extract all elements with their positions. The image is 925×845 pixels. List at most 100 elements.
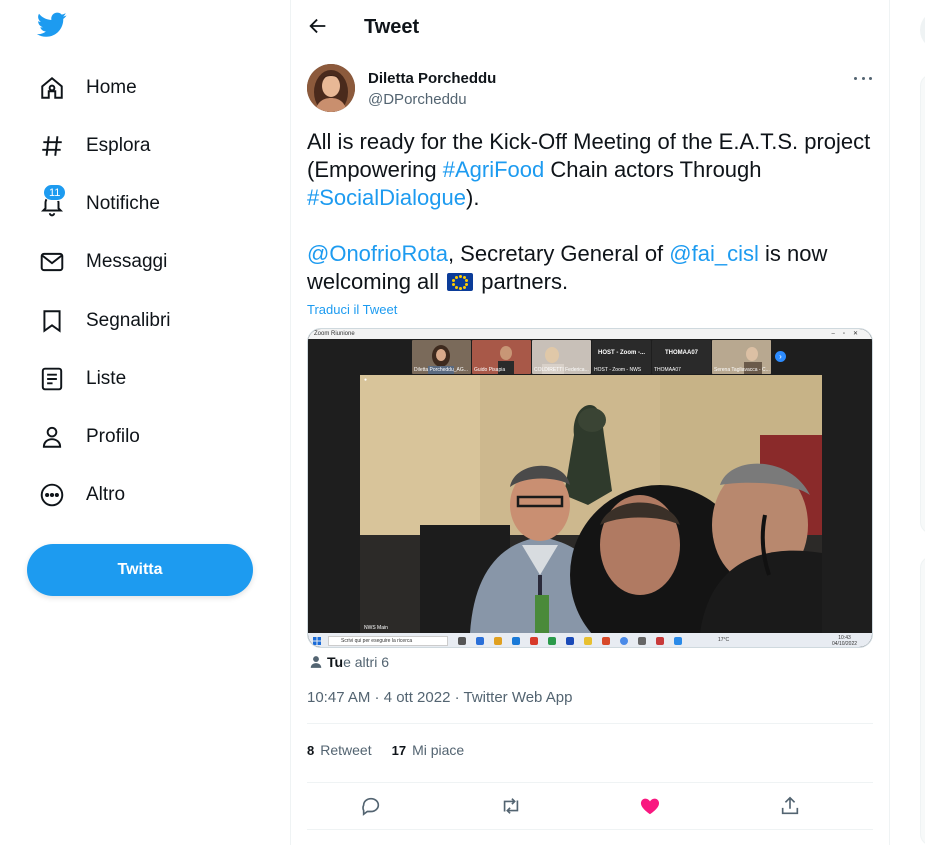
sidebar-item-home[interactable]: Home: [38, 68, 137, 108]
participant-name: Guido Pisapia: [474, 367, 506, 373]
taskbar-app-icon: [530, 637, 538, 645]
like-count: 17: [391, 743, 407, 758]
tweet-stats: 8 Retweet 17 Mi piace: [307, 742, 484, 758]
sidebar-item-bookmarks[interactable]: Segnalibri: [38, 301, 171, 341]
participant-tile: Diletta Porcheddu_AG...: [412, 340, 471, 374]
participant-name: Serena Tagliavacca - C...: [714, 367, 770, 373]
tweet-text: All is ready for the Kick-Off Meeting of…: [307, 128, 877, 296]
sidebar-item-label: Segnalibri: [86, 310, 171, 331]
like-label: Mi piace: [412, 742, 465, 758]
main-column: Tweet Diletta Porcheddu @DPorcheddu All …: [290, 0, 890, 845]
back-arrow-icon[interactable]: [307, 15, 331, 39]
retweets-stat[interactable]: 8 Retweet: [307, 742, 372, 758]
hashtag-link[interactable]: #AgriFood: [443, 157, 545, 182]
liked-by-summary[interactable]: Tu e altri 6: [309, 654, 389, 670]
tweet-text-segment: ).: [466, 185, 480, 210]
retweet-icon: [503, 798, 519, 814]
taskbar-app-icon: [638, 637, 646, 645]
participant-label: HOST - Zoom -...: [598, 350, 645, 356]
tweet-text-segment: partners.: [475, 269, 569, 294]
zoom-window-title: Zoom Riunione: [314, 331, 355, 337]
sidebar-card: [920, 556, 925, 845]
sidebar-card: [920, 74, 925, 534]
hashtag-link[interactable]: #SocialDialogue: [307, 185, 466, 210]
participant-tile: HOST - Zoom -... HOST - Zoom - NWS: [592, 340, 651, 374]
participant-tile: Guido Pisapia: [472, 340, 531, 374]
more-options-button[interactable]: [851, 70, 875, 86]
author-name[interactable]: Diletta Porcheddu: [368, 70, 496, 87]
window-controls-icon: –▫✕: [831, 331, 866, 337]
zoom-window-titlebar: Zoom Riunione –▫✕: [308, 329, 872, 339]
taskbar-app-icon: [584, 637, 592, 645]
home-icon: [38, 74, 66, 102]
retweet-count: 8: [307, 743, 315, 758]
eu-flag-emoji-icon: [447, 273, 474, 291]
sidebar-item-profile[interactable]: Profilo: [38, 417, 140, 457]
author-handle[interactable]: @DPorcheddu: [368, 91, 467, 108]
compose-tweet-button[interactable]: Twitta: [27, 544, 253, 596]
liked-by-you: Tu: [327, 654, 344, 670]
dot-icon: [869, 76, 872, 80]
windows-start-icon: [313, 637, 321, 645]
sidebar-item-messages[interactable]: Messaggi: [38, 242, 167, 282]
taskbar-weather: 17°C: [718, 637, 730, 643]
likes-stat[interactable]: 17 Mi piace: [392, 742, 465, 758]
like-button[interactable]: [638, 794, 662, 818]
search-bar[interactable]: [920, 10, 925, 50]
participant-label: THOMAA07: [664, 350, 698, 356]
page-header: Tweet: [291, 0, 891, 54]
translate-tweet-link[interactable]: Traduci il Tweet: [307, 302, 397, 317]
reply-icon: [362, 797, 380, 816]
sidebar-item-label: Messaggi: [86, 251, 168, 272]
participant-name: Diletta Porcheddu_AG...: [414, 367, 468, 373]
main-video-feed: ● NWS Main: [360, 375, 822, 633]
person-icon: [310, 656, 322, 668]
tweet-text-segment: Chain actors Through: [544, 157, 762, 182]
right-column: [890, 0, 925, 845]
share-button[interactable]: [778, 794, 802, 818]
taskbar-app-icon: [566, 637, 574, 645]
participant-tile: Serena Tagliavacca - C...: [712, 340, 771, 374]
sidebar-item-lists[interactable]: Liste: [38, 359, 126, 399]
participant-name: THOMAA07: [654, 367, 681, 373]
page-title: Tweet: [364, 16, 420, 38]
next-participants-icon[interactable]: ›: [775, 351, 786, 362]
zoom-participant-strip: Diletta Porcheddu_AG... Guido Pisapia CO…: [308, 339, 872, 375]
tweet-media-image[interactable]: Zoom Riunione –▫✕ Diletta Porcheddu_AG..…: [307, 328, 873, 648]
taskbar-app-icon: [674, 637, 682, 645]
tweet-timestamp[interactable]: 10:47 AM · 4 ott 2022 · Twitter Web App: [307, 689, 572, 706]
tweet-text-segment: , Secretary General of: [447, 241, 670, 266]
video-tag-icon: ●: [364, 377, 368, 383]
divider: [307, 723, 873, 724]
participant-tile: COLDIRETTI Federica...: [532, 340, 591, 374]
taskbar-app-icon: [548, 637, 556, 645]
reply-button[interactable]: [359, 794, 383, 818]
notification-badge: 11: [43, 184, 67, 201]
taskbar-app-icon: [476, 637, 484, 645]
mention-link[interactable]: @fai_cisl: [669, 241, 759, 266]
taskbar-date: 04/10/2022: [832, 641, 858, 647]
person-icon: [38, 423, 66, 451]
heart-filled-icon: [640, 798, 660, 815]
sidebar-item-more[interactable]: Altro: [38, 475, 125, 515]
taskbar-app-icon: [512, 637, 520, 645]
sidebar-item-label: Esplora: [86, 135, 151, 156]
sidebar: Home Esplora 11 Notifiche Messaggi Segna…: [0, 0, 290, 845]
windows-taskbar: Scrivi qui per eseguire la ricerca 17°C …: [308, 633, 872, 647]
dot-icon: [854, 76, 857, 80]
avatar[interactable]: [307, 64, 355, 112]
sidebar-item-label: Altro: [86, 484, 126, 505]
sidebar-item-notifications[interactable]: 11 Notifiche: [38, 184, 160, 224]
bookmark-icon: [38, 307, 66, 335]
sidebar-item-label: Profilo: [86, 426, 140, 447]
tweet-actions: [307, 792, 873, 820]
share-icon: [781, 796, 799, 815]
list-icon: [38, 365, 66, 393]
mention-link[interactable]: @OnofrioRota: [307, 241, 448, 266]
taskbar-search: Scrivi qui per eseguire la ricerca: [328, 636, 448, 646]
sidebar-item-label: Home: [86, 77, 137, 98]
retweet-button[interactable]: [499, 794, 523, 818]
twitter-logo-icon[interactable]: [36, 12, 71, 42]
taskbar-app-icon: [458, 637, 466, 645]
sidebar-item-explore[interactable]: Esplora: [38, 126, 150, 166]
